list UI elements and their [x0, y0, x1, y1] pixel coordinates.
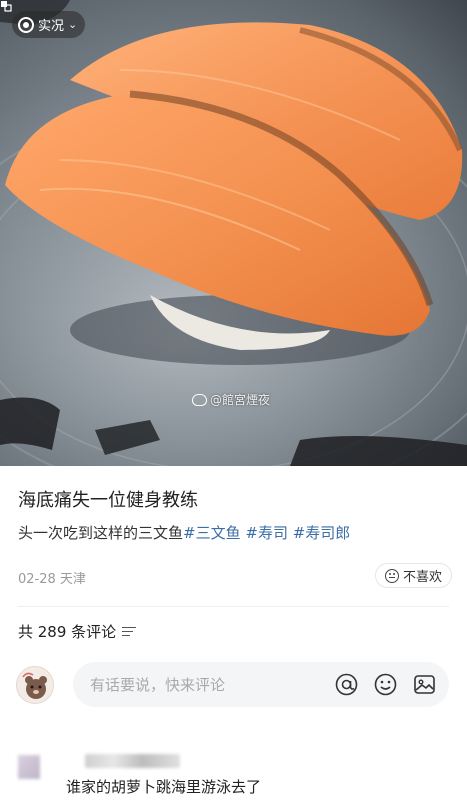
- comment-count-label: 共 289 条评论: [18, 623, 117, 641]
- sort-icon[interactable]: [122, 626, 137, 637]
- post-photo[interactable]: 实况 ⌄ @館宮煙夜: [0, 0, 467, 466]
- image-watermark: @館宮煙夜: [192, 391, 270, 408]
- at-icon[interactable]: [334, 672, 359, 697]
- watermark-text: @館宮煙夜: [210, 393, 271, 407]
- comment-input-placeholder: 有话要说，快来评论: [90, 676, 226, 694]
- image-icon[interactable]: [412, 672, 437, 697]
- post-body: 头一次吃到这样的三文鱼#三文鱼 #寿司 #寿司郎: [18, 522, 350, 543]
- dislike-button[interactable]: 不喜欢: [375, 563, 453, 588]
- dislike-face-icon: [385, 568, 399, 583]
- avatar[interactable]: [16, 666, 54, 704]
- hashtag-link[interactable]: #寿司郎: [293, 524, 351, 542]
- post-body-text: 头一次吃到这样的三文鱼: [18, 524, 184, 542]
- chevron-down-icon: ⌄: [68, 18, 78, 31]
- comment-text: 谁家的胡萝卜跳海里游泳去了: [66, 778, 262, 796]
- live-photo-label: 实况: [38, 19, 65, 34]
- post-meta: 02-28 天津: [18, 568, 86, 587]
- comment-avatar[interactable]: [18, 755, 40, 779]
- divider: [18, 606, 449, 607]
- input-toolbar: [334, 672, 437, 697]
- post-date: 02-28: [18, 572, 56, 587]
- comment-count: 共 289 条评论: [18, 621, 137, 642]
- comment-username-blurred[interactable]: [85, 754, 180, 768]
- comment-input[interactable]: 有话要说，快来评论: [73, 662, 449, 707]
- post-location: 天津: [59, 572, 86, 587]
- expand-icon[interactable]: [0, 0, 12, 12]
- avatar-illustration: [22, 672, 47, 699]
- emoji-icon[interactable]: [373, 672, 398, 697]
- hashtag-link[interactable]: #寿司: [245, 524, 288, 542]
- post-title: 海底痛失一位健身教练: [18, 490, 198, 511]
- hashtag-link[interactable]: #三文鱼: [183, 524, 241, 542]
- weibo-icon: [192, 393, 207, 406]
- live-photo-badge[interactable]: 实况 ⌄: [12, 11, 86, 38]
- live-photo-icon: [18, 16, 34, 33]
- dislike-label: 不喜欢: [403, 570, 443, 585]
